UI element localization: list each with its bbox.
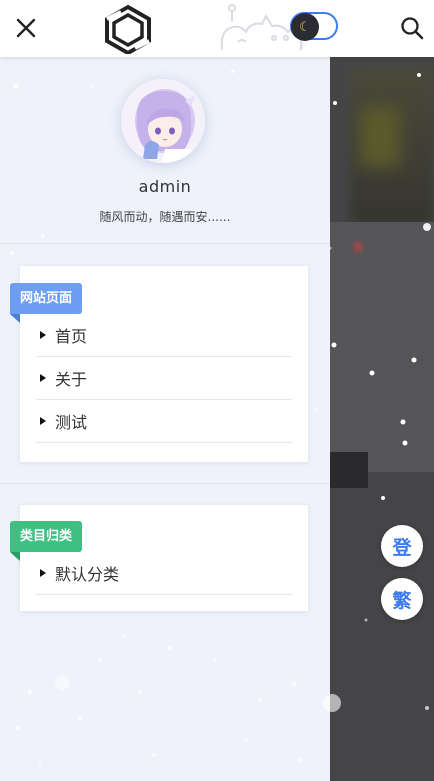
caret-right-icon xyxy=(40,569,46,577)
menu-item-test[interactable]: 测试 xyxy=(36,400,292,443)
theme-toggle[interactable]: ☾ xyxy=(290,12,338,41)
login-button[interactable]: 登 xyxy=(381,525,423,567)
side-drawer: admin 随风而动，随遇而安...... 网站页面 首页 关于 测试 类目归类… xyxy=(0,57,330,781)
hexagon-logo-icon[interactable] xyxy=(101,4,155,56)
top-bar: ☾ xyxy=(0,0,434,57)
username: admin xyxy=(138,177,192,196)
caret-right-icon xyxy=(40,374,46,382)
background-card-detail xyxy=(354,242,362,252)
background-page-overlay[interactable] xyxy=(330,57,434,781)
caret-right-icon xyxy=(40,331,46,339)
background-bar xyxy=(330,452,368,488)
menu-item-label: 默认分类 xyxy=(55,565,120,584)
caret-right-icon xyxy=(40,417,46,425)
search-icon[interactable] xyxy=(398,14,426,42)
divider xyxy=(0,243,330,244)
background-card xyxy=(330,222,434,472)
menu-item-label: 测试 xyxy=(55,413,88,432)
menu-item-home[interactable]: 首页 xyxy=(36,314,292,357)
section-tag-pages: 网站页面 xyxy=(10,283,83,323)
menu-item-label: 关于 xyxy=(55,370,88,389)
menu-item-default-category[interactable]: 默认分类 xyxy=(36,552,292,595)
traditional-chinese-button[interactable]: 繁 xyxy=(381,578,423,620)
menu-item-label: 首页 xyxy=(55,327,88,346)
menu-item-about[interactable]: 关于 xyxy=(36,357,292,400)
divider xyxy=(0,483,330,484)
background-image-detail xyxy=(360,107,400,167)
close-icon[interactable] xyxy=(12,14,40,42)
avatar[interactable] xyxy=(121,79,205,163)
motto-text: 随风而动，随遇而安...... xyxy=(99,210,231,224)
moon-icon: ☾ xyxy=(291,13,319,41)
section-tag-categories: 类目归类 xyxy=(10,521,83,561)
pages-card: 网站页面 首页 关于 测试 xyxy=(10,266,308,462)
categories-card: 类目归类 默认分类 xyxy=(10,505,308,611)
